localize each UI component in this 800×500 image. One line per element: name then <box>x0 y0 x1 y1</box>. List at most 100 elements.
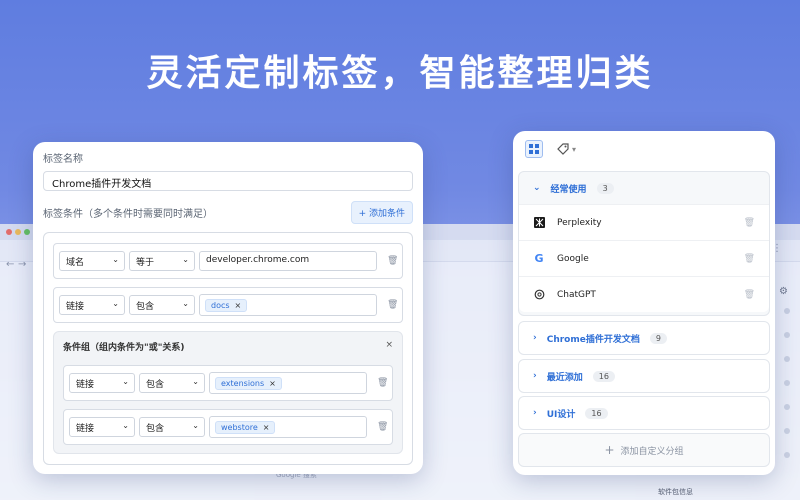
chevron-down-icon: ⌄ <box>182 299 189 308</box>
condition-tag-input[interactable]: docs × <box>199 294 377 316</box>
group-name: Chrome插件开发文档 <box>546 334 640 345</box>
groups-toolbar: ▾ <box>513 131 775 167</box>
groups-panel: ▾ ⌄ 经常使用 3 Perplexity 🗑 G Google 🗑 ChatG… <box>513 131 775 475</box>
operator-select[interactable]: 等于 ⌄ <box>129 251 195 271</box>
group-header[interactable]: › 最近添加 16 <box>519 360 769 392</box>
google-icon: G <box>534 252 544 265</box>
tag-icon <box>557 143 569 155</box>
chevron-right-icon: › <box>533 333 537 343</box>
chevron-down-icon: ⌄ <box>533 183 541 193</box>
site-name: ChatGPT <box>557 289 596 300</box>
tag-editor-panel: 标签名称 Chrome插件开发文档 标签条件（多个条件时需要同时满足） + 添加… <box>33 142 423 474</box>
field-select[interactable]: 域名 ⌄ <box>59 251 125 271</box>
condition-group-title: 条件组（组内条件为"或"关系) <box>63 343 185 353</box>
chevron-down-icon: ⌄ <box>122 421 129 430</box>
add-custom-group-button[interactable]: + 添加自定义分组 <box>518 433 770 467</box>
field-select-value: 域名 <box>66 258 85 268</box>
tag-filter-dropdown[interactable]: ▾ <box>557 143 576 155</box>
bg-dot <box>784 428 790 434</box>
field-select-value: 链接 <box>76 380 95 390</box>
chevron-down-icon: ⌄ <box>112 255 119 264</box>
field-select-value: 链接 <box>66 302 85 312</box>
tag-remove-icon[interactable]: × <box>235 301 242 310</box>
tag-name-label: 标签名称 <box>43 154 83 165</box>
expanded-group-card: ⌄ 经常使用 3 Perplexity 🗑 G Google 🗑 ChatGPT… <box>518 171 770 316</box>
field-select-value: 链接 <box>76 424 95 434</box>
chevron-down-icon: ▾ <box>572 144 577 154</box>
field-select[interactable]: 链接 ⌄ <box>59 295 125 315</box>
conditions-label: 标签条件（多个条件时需要同时满足） <box>43 209 213 220</box>
operator-select[interactable]: 包含 ⌄ <box>139 417 205 437</box>
operator-select[interactable]: 包含 ⌄ <box>129 295 195 315</box>
operator-select-value: 等于 <box>136 258 155 268</box>
condition-tag: extensions × <box>215 376 282 390</box>
chevron-down-icon: ⌄ <box>182 255 189 264</box>
chevron-down-icon: ⌄ <box>112 299 119 308</box>
trash-icon[interactable]: 🗑 <box>387 256 398 266</box>
condition-tag-input[interactable]: webstore × <box>209 416 367 438</box>
plus-icon: + <box>604 443 615 457</box>
group-condition-rule: 链接 ⌄ 包含 ⌄ extensions × 🗑 <box>63 365 393 401</box>
conditions-box: 域名 ⌄ 等于 ⌄ developer.chrome.com 🗑 链接 ⌄ 包含… <box>43 232 413 465</box>
group-condition-rule: 链接 ⌄ 包含 ⌄ webstore × 🗑 <box>63 409 393 445</box>
site-item-perplexity[interactable]: Perplexity 🗑 <box>519 204 769 240</box>
condition-value-input[interactable]: developer.chrome.com <box>199 251 377 271</box>
grid-view-button[interactable] <box>525 140 543 158</box>
condition-rule: 链接 ⌄ 包含 ⌄ docs × 🗑 <box>53 287 403 323</box>
bg-dot <box>784 404 790 410</box>
site-item-google[interactable]: G Google 🗑 <box>519 240 769 276</box>
bg-dot <box>784 356 790 362</box>
operator-select-value: 包含 <box>146 424 165 434</box>
group-count-badge: 16 <box>585 407 608 419</box>
collapsed-group-card[interactable]: › Chrome插件开发文档 9 <box>518 321 770 355</box>
add-condition-button[interactable]: + 添加条件 <box>350 201 413 224</box>
field-select[interactable]: 链接 ⌄ <box>69 417 135 437</box>
minimize-dot <box>15 229 21 235</box>
condition-group: 条件组（组内条件为"或"关系) × 链接 ⌄ 包含 ⌄ extensions × … <box>53 331 403 454</box>
group-header[interactable]: › UI设计 16 <box>519 397 769 429</box>
group-name: UI设计 <box>546 409 576 420</box>
perplexity-icon <box>533 217 545 228</box>
trash-icon[interactable]: 🗑 <box>387 300 398 310</box>
condition-tag: webstore × <box>215 420 276 434</box>
collapsed-group-card[interactable]: › UI设计 16 <box>518 396 770 430</box>
tag-remove-icon[interactable]: × <box>269 379 276 388</box>
site-name: Google <box>557 253 589 264</box>
chevron-right-icon: › <box>533 371 537 381</box>
condition-tag: docs × <box>205 298 248 312</box>
trash-icon[interactable]: 🗑 <box>377 378 388 388</box>
field-select[interactable]: 链接 ⌄ <box>69 373 135 393</box>
tag-remove-icon[interactable]: × <box>263 423 270 432</box>
condition-tag-text: webstore <box>221 422 258 432</box>
trash-icon[interactable]: 🗑 <box>744 218 755 228</box>
chevron-down-icon: ⌄ <box>192 377 199 386</box>
operator-select[interactable]: 包含 ⌄ <box>139 373 205 393</box>
collapsed-group-card[interactable]: › 最近添加 16 <box>518 359 770 393</box>
trash-icon[interactable]: 🗑 <box>377 422 388 432</box>
trash-icon[interactable]: 🗑 <box>744 290 755 300</box>
group-count-badge: 3 <box>596 182 614 194</box>
tag-name-input[interactable]: Chrome插件开发文档 <box>43 171 413 191</box>
bg-dot <box>784 332 790 338</box>
group-count-badge: 9 <box>649 332 667 344</box>
chevron-down-icon: ⌄ <box>192 421 199 430</box>
settings-gear-icon: ⚙ <box>779 286 788 297</box>
site-name: Perplexity <box>557 217 602 228</box>
trash-icon[interactable]: 🗑 <box>744 254 755 264</box>
operator-select-value: 包含 <box>146 380 165 390</box>
grid-icon <box>529 144 539 154</box>
operator-select-value: 包含 <box>136 302 155 312</box>
group-header[interactable]: ⌄ 经常使用 3 <box>519 172 769 204</box>
chevron-right-icon: › <box>533 408 537 418</box>
group-name: 最近添加 <box>546 372 583 383</box>
background-package-info: 软件包信息 <box>658 488 693 496</box>
add-custom-group-label: 添加自定义分组 <box>620 446 684 457</box>
site-item-chatgpt[interactable]: ChatGPT 🗑 <box>519 276 769 312</box>
maximize-dot <box>24 229 30 235</box>
back-icon: ← <box>6 259 15 270</box>
group-close-icon[interactable]: × <box>385 340 393 353</box>
bg-dot <box>784 452 790 458</box>
group-header[interactable]: › Chrome插件开发文档 9 <box>519 322 769 354</box>
condition-tag-input[interactable]: extensions × <box>209 372 367 394</box>
bg-dot <box>784 380 790 386</box>
